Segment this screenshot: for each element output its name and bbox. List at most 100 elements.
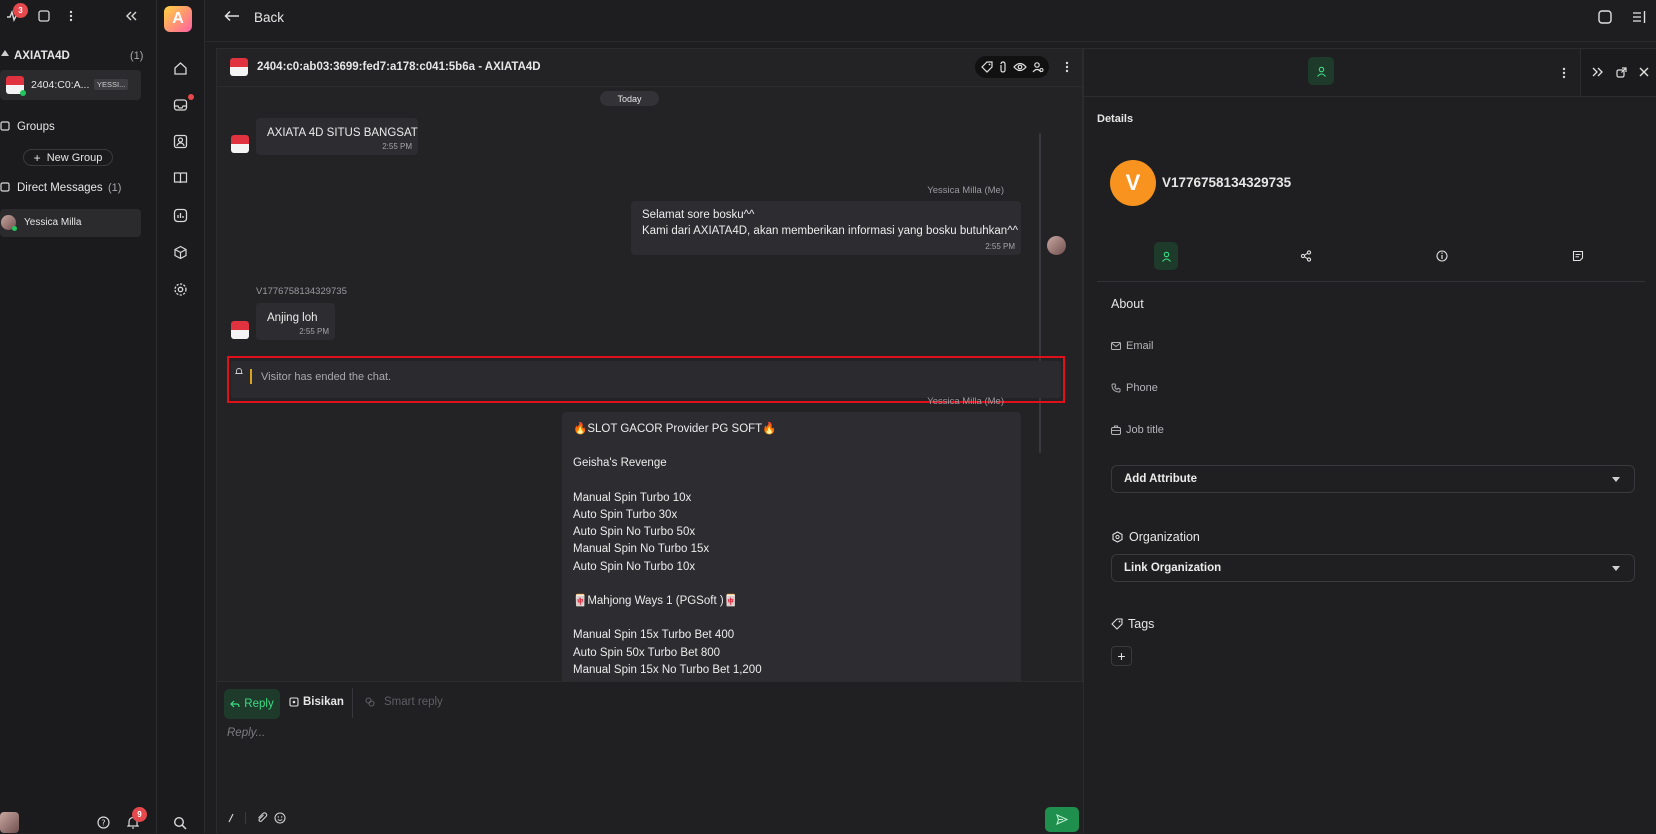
smart-reply-tab[interactable]: Smart reply [365, 696, 443, 708]
chat-panel: 2404:c0:ab03:3699:fed7:a178:c041:5b6a - … [216, 48, 1084, 834]
system-event-row: Visitor has ended the chat. [231, 361, 1061, 398]
message-time: 2:55 PM [382, 142, 412, 151]
job-title-field[interactable]: Job title [1111, 424, 1164, 436]
profile-avatar[interactable] [0, 812, 19, 833]
contacts-icon[interactable] [173, 134, 188, 149]
caret-down-icon [1612, 566, 1620, 571]
assign-user-icon[interactable] [1032, 61, 1044, 73]
section-chevron-icon[interactable] [1, 50, 9, 56]
box-icon[interactable] [173, 245, 188, 260]
visitor-flag-avatar [231, 135, 249, 153]
direct-messages-label[interactable]: Direct Messages [17, 182, 103, 194]
conversation-name: 2404:C0:A... [31, 79, 90, 91]
send-button[interactable] [1045, 807, 1079, 832]
open-external-icon[interactable] [1616, 67, 1627, 78]
search-icon[interactable] [173, 816, 187, 830]
message-bubble: Selamat sore bosku^^ Kami dari AXIATA4D,… [631, 201, 1021, 255]
back-button[interactable]: Back [254, 10, 284, 25]
promo-line: Auto Spin No Turbo 50x [573, 526, 696, 539]
tag-icon[interactable] [980, 61, 993, 73]
message-text-line: Selamat sore bosku^^ [642, 209, 755, 221]
reply-input[interactable]: Reply... [227, 727, 265, 739]
job-title-label: Job title [1126, 424, 1164, 436]
add-tag-button[interactable]: + [1111, 646, 1132, 666]
about-heading: About [1111, 297, 1144, 311]
groups-label[interactable]: Groups [17, 121, 55, 133]
whisper-tab[interactable]: Bisikan [289, 696, 344, 708]
conversation-sidebar: 3 AXIATA4D (1) 2404:C0:A... YESSI... Gro… [0, 0, 157, 833]
emoji-icon[interactable] [274, 812, 286, 824]
attachment-clip-icon[interactable] [998, 61, 1008, 73]
home-icon[interactable] [173, 61, 188, 76]
more-vertical-icon[interactable] [69, 10, 73, 22]
promo-message-text: 🔥SLOT GACOR Provider PG SOFT🔥 Geisha's R… [573, 421, 777, 690]
promo-line: Manual Spin No Turbo 15x [573, 543, 710, 556]
slash-command-icon[interactable] [227, 813, 235, 823]
notes-icon[interactable] [1572, 250, 1584, 262]
bell-small-icon [235, 367, 243, 376]
chat-header: 2404:c0:ab03:3699:fed7:a178:c041:5b6a - … [217, 49, 1084, 87]
contact-tab-button[interactable] [1308, 57, 1334, 85]
message-text: Anjing loh [267, 312, 318, 324]
profile-tab[interactable] [1154, 242, 1178, 270]
eye-icon[interactable] [1012, 62, 1027, 72]
message-bubble: Anjing loh 2:55 PM [256, 303, 335, 340]
activity-badge: 3 [13, 3, 28, 18]
collapse-sidebar-icon[interactable] [125, 11, 137, 21]
promo-line: Auto Spin 50x Turbo Bet 800 [573, 646, 721, 659]
online-dot [20, 90, 26, 96]
knowledge-book-icon[interactable] [173, 171, 188, 185]
dm-item[interactable]: Yessica Milla [0, 209, 141, 237]
details-header [1084, 49, 1580, 97]
panel-toggle-icon[interactable] [1632, 10, 1646, 24]
back-arrow-icon[interactable] [224, 10, 240, 22]
details-more-icon[interactable] [1562, 67, 1566, 79]
section-count: (1) [130, 50, 144, 62]
promo-line: 🀄Mahjong Ways 1 (PGSoft )🀄 [573, 595, 738, 608]
settings-gear-icon[interactable] [173, 282, 188, 297]
svg-text:?: ? [101, 819, 105, 828]
promo-line [573, 576, 777, 593]
chat-square-icon[interactable] [38, 10, 50, 22]
message-text: AXIATA 4D SITUS BANGSAT [267, 127, 418, 139]
share-icon[interactable] [1300, 250, 1312, 262]
link-organization-select[interactable]: Link Organization [1111, 554, 1635, 582]
tag-icon [1111, 618, 1123, 630]
conversation-item[interactable]: 2404:C0:A... YESSI... [0, 70, 141, 100]
new-group-label: New Group [46, 151, 103, 164]
section-title[interactable]: AXIATA4D [14, 50, 70, 62]
promo-line: 🔥SLOT GACOR Provider PG SOFT🔥 [573, 423, 777, 435]
chat-title: 2404:c0:ab03:3699:fed7:a178:c041:5b6a - … [257, 61, 541, 73]
reports-icon[interactable] [173, 208, 188, 223]
new-group-button[interactable]: + New Group [23, 149, 113, 166]
organization-icon [1111, 531, 1124, 543]
paperclip-icon[interactable] [256, 812, 268, 824]
mail-icon [1111, 342, 1121, 350]
message-sender: Yessica Milla (Me) [927, 396, 1004, 407]
toolbar-divider [245, 812, 246, 824]
promo-message-bubble: 🔥SLOT GACOR Provider PG SOFT🔥 Geisha's R… [562, 412, 1021, 690]
info-icon[interactable] [1436, 250, 1448, 262]
composer: Reply Bisikan Smart reply Reply... [217, 681, 1084, 834]
app-logo[interactable]: A [164, 6, 192, 32]
date-divider: Today [600, 91, 659, 106]
message-scrollbar[interactable] [1039, 133, 1041, 453]
add-attribute-select[interactable]: Add Attribute [1111, 465, 1635, 493]
inbox-icon[interactable] [173, 98, 188, 112]
layout-square-icon[interactable] [1598, 10, 1612, 24]
caret-down-icon [1612, 477, 1620, 482]
dm-count: (1) [108, 182, 122, 194]
help-icon[interactable]: ? [97, 816, 110, 829]
close-icon[interactable] [1639, 67, 1649, 77]
phone-label: Phone [1126, 382, 1158, 394]
whisper-icon [289, 697, 299, 707]
expand-panel-icon[interactable] [1592, 67, 1603, 77]
phone-field[interactable]: Phone [1111, 382, 1158, 394]
chat-more-icon[interactable] [1065, 61, 1069, 73]
phone-icon [1111, 383, 1121, 393]
agent-avatar [1047, 236, 1066, 255]
email-field[interactable]: Email [1111, 340, 1154, 352]
add-attribute-label: Add Attribute [1124, 473, 1198, 485]
reply-tab[interactable]: Reply [224, 689, 280, 719]
details-heading: Details [1097, 113, 1134, 125]
